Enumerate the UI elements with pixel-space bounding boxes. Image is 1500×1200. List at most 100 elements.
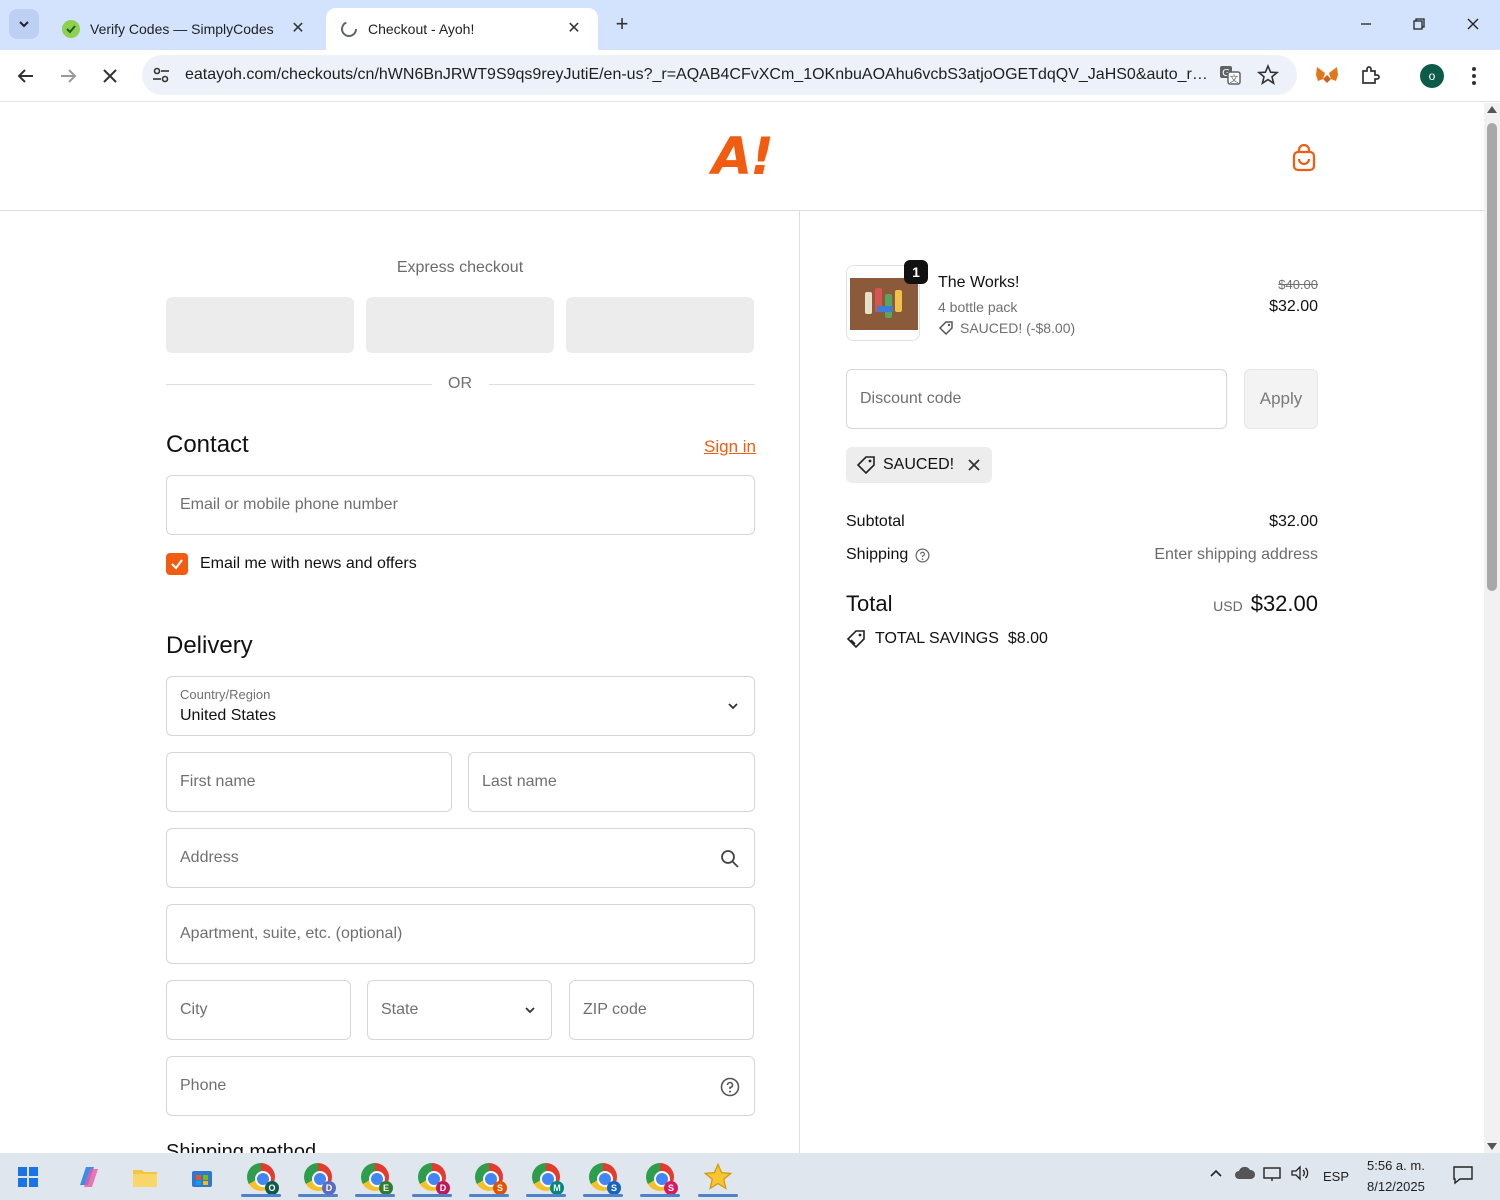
- chrome-app-profile-d[interactable]: D: [292, 1157, 344, 1197]
- scroll-up-arrow-icon[interactable]: [1487, 106, 1497, 113]
- state-select[interactable]: State: [367, 980, 552, 1040]
- store-icon: [192, 1171, 212, 1187]
- tab-title: Checkout - Ayoh!: [368, 21, 475, 37]
- apartment-field[interactable]: Apartment, suite, etc. (optional): [166, 904, 755, 964]
- chrome-app-profile-d2[interactable]: D: [406, 1157, 458, 1197]
- product-discount-text: SAUCED! (-$8.00): [960, 320, 1076, 336]
- contact-title: Contact: [166, 431, 249, 458]
- express-pay-button-2[interactable]: [366, 297, 554, 353]
- arrow-right-icon: [61, 69, 77, 83]
- onedrive-cloud-icon[interactable]: [1234, 1165, 1256, 1184]
- close-icon: [103, 69, 117, 83]
- notifications-icon[interactable]: [1452, 1165, 1474, 1188]
- city-placeholder: City: [180, 1001, 208, 1018]
- tag-icon: [856, 456, 875, 475]
- scroll-down-arrow-icon[interactable]: [1487, 1143, 1497, 1150]
- country-select[interactable]: Country/Region United States: [166, 676, 755, 736]
- tab-search-button[interactable]: [9, 9, 39, 39]
- minimize-button[interactable]: [1349, 8, 1383, 40]
- savings-label: TOTAL SAVINGS: [875, 630, 999, 647]
- email-field[interactable]: Email or mobile phone number: [166, 475, 755, 535]
- copilot-app[interactable]: [62, 1157, 114, 1197]
- restore-icon: [1413, 18, 1425, 30]
- chrome-app-profile-o[interactable]: O: [235, 1157, 287, 1197]
- close-tab-icon[interactable]: ✕: [564, 18, 584, 38]
- bookmark-star-icon[interactable]: [1256, 63, 1280, 91]
- clock-date[interactable]: 8/12/2025: [1367, 1179, 1425, 1194]
- news-offers-checkbox[interactable]: [166, 553, 188, 575]
- chrome-app-profile-s3[interactable]: S: [634, 1157, 686, 1197]
- tab-checkout[interactable]: Checkout - Ayoh! ✕: [326, 8, 598, 50]
- help-circle-icon[interactable]: [915, 548, 930, 563]
- express-pay-button-1[interactable]: [166, 297, 354, 353]
- address-bar[interactable]: eatayoh.com/checkouts/cn/hWN6BnJRWT9S9qs…: [142, 55, 1297, 95]
- price-discounted: $32.00: [1269, 298, 1318, 315]
- clock-time[interactable]: 5:56 a. m.: [1367, 1158, 1425, 1173]
- tab-simplycodes[interactable]: Verify Codes — SimplyCodes ✕: [48, 8, 322, 50]
- order-summary: 1 The Works! 4 bottle pack SAUCED! (-$8.…: [800, 211, 1484, 1153]
- divider: [489, 384, 755, 385]
- address-field[interactable]: Address: [166, 828, 755, 888]
- close-window-button[interactable]: [1456, 8, 1490, 40]
- copilot-icon: [80, 1167, 98, 1187]
- shopping-bag-icon[interactable]: [1290, 143, 1318, 178]
- product-name: The Works!: [938, 274, 1020, 291]
- network-icon[interactable]: [1262, 1165, 1282, 1184]
- chrome-app-profile-s[interactable]: S: [463, 1157, 515, 1197]
- language-indicator[interactable]: ESP: [1323, 1169, 1349, 1184]
- show-hidden-icons-chevron-icon[interactable]: [1208, 1165, 1224, 1184]
- site-header: A!: [0, 103, 1484, 211]
- profile-initial: S: [493, 1181, 507, 1195]
- chevron-down-icon: [523, 1003, 537, 1022]
- remove-discount-icon[interactable]: [967, 458, 981, 472]
- help-circle-icon[interactable]: [720, 1077, 740, 1102]
- site-settings-icon[interactable]: [151, 65, 171, 90]
- chrome-app-profile-s2[interactable]: S: [577, 1157, 629, 1197]
- extensions-puzzle-icon[interactable]: [1354, 60, 1386, 92]
- tab-title: Verify Codes — SimplyCodes: [90, 21, 274, 37]
- volume-icon[interactable]: [1290, 1165, 1310, 1184]
- simplycodes-icon: [62, 20, 80, 38]
- delivery-title: Delivery: [166, 632, 253, 659]
- last-name-field[interactable]: Last name: [468, 752, 755, 812]
- close-tab-icon[interactable]: ✕: [288, 18, 308, 38]
- new-tab-button[interactable]: +: [608, 10, 636, 38]
- profile-avatar[interactable]: o: [1416, 60, 1448, 92]
- scrollbar-thumb[interactable]: [1487, 123, 1497, 591]
- ayoh-logo[interactable]: A!: [712, 127, 774, 187]
- back-button[interactable]: [10, 60, 42, 92]
- translate-icon[interactable]: G文: [1219, 64, 1241, 91]
- pinned-star-app[interactable]: [692, 1157, 744, 1197]
- first-name-field[interactable]: First name: [166, 752, 452, 812]
- chevron-down-icon: [726, 699, 740, 718]
- chevron-down-icon: [19, 21, 29, 28]
- start-button[interactable]: [2, 1157, 54, 1197]
- zip-field[interactable]: ZIP code: [569, 980, 754, 1040]
- sign-in-link[interactable]: Sign in: [704, 437, 756, 457]
- apply-discount-button[interactable]: Apply: [1244, 369, 1318, 429]
- profile-initial: M: [550, 1181, 564, 1195]
- page-scrollbar[interactable]: [1484, 103, 1500, 1153]
- menu-kebab-icon[interactable]: [1458, 60, 1490, 92]
- chrome-icon: S: [589, 1163, 621, 1195]
- restore-button[interactable]: [1402, 8, 1436, 40]
- store-app[interactable]: [176, 1157, 228, 1197]
- city-field[interactable]: City: [166, 980, 351, 1040]
- close-icon: [1467, 18, 1479, 30]
- shipping-method-title: Shipping method: [166, 1141, 317, 1153]
- chrome-app-profile-m[interactable]: M: [520, 1157, 572, 1197]
- first-name-placeholder: First name: [180, 773, 256, 790]
- chrome-icon: D: [418, 1163, 450, 1195]
- chrome-app-profile-e[interactable]: E: [349, 1157, 401, 1197]
- discount-code-field[interactable]: Discount code: [846, 369, 1227, 429]
- profile-initial: D: [322, 1181, 336, 1195]
- quantity-badge: 1: [904, 260, 928, 284]
- phone-field[interactable]: Phone: [166, 1056, 755, 1116]
- forward-button[interactable]: [52, 60, 84, 92]
- express-pay-button-3[interactable]: [566, 297, 754, 353]
- file-explorer-app[interactable]: [119, 1157, 171, 1197]
- total-row: USD $32.00: [1213, 591, 1318, 617]
- metamask-extension-icon[interactable]: [1311, 60, 1343, 92]
- product-discount: SAUCED! (-$8.00): [938, 320, 1075, 336]
- stop-loading-button[interactable]: [94, 60, 126, 92]
